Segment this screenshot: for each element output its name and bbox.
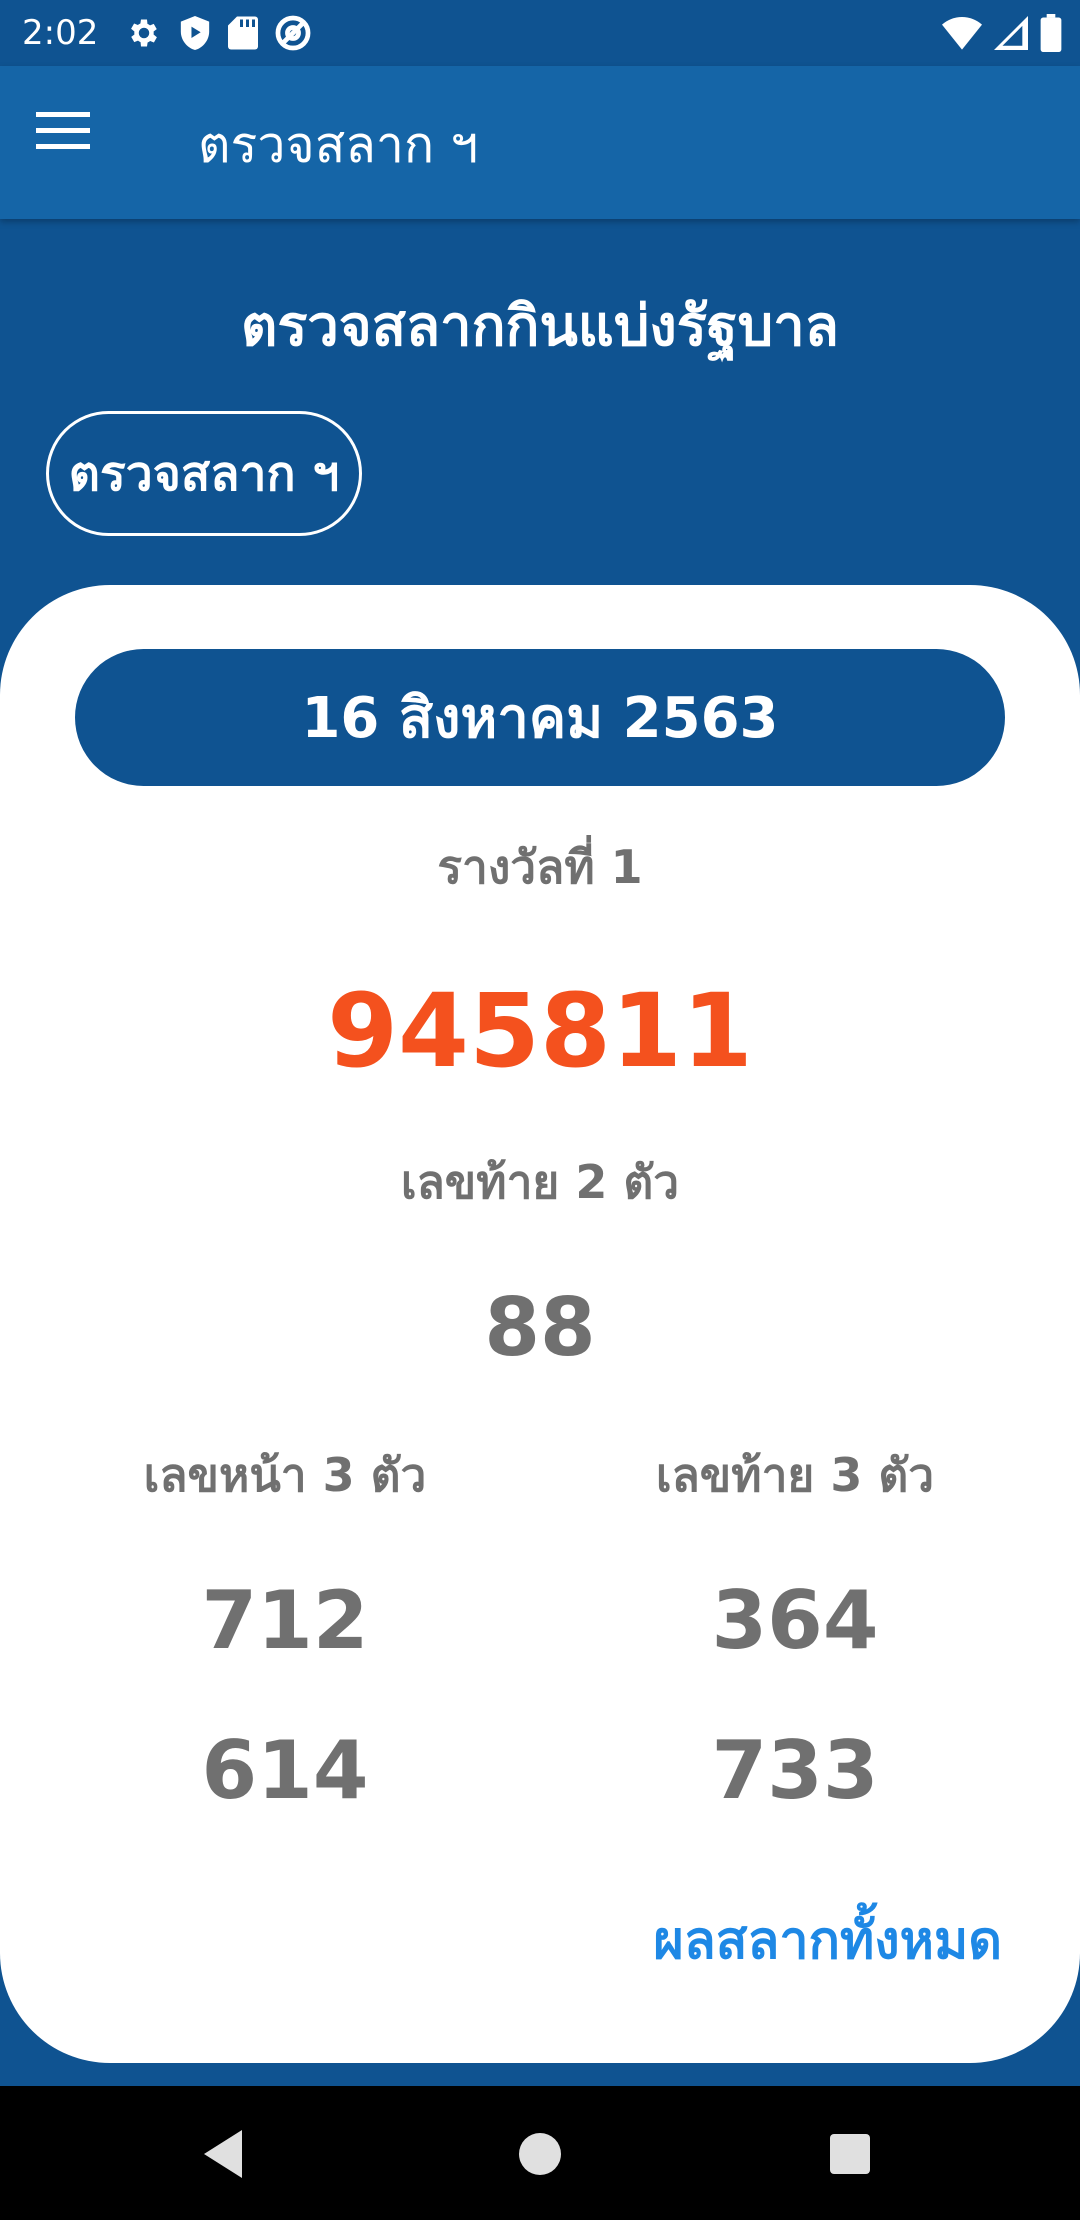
home-circle-icon — [519, 2133, 561, 2175]
front-three-label: เลขหน้า 3 ตัว — [143, 1448, 427, 1502]
front-three-number-2: 614 — [201, 1724, 369, 1817]
first-prize-label: รางวัลที่ 1 — [437, 840, 643, 894]
last-two-label: เลขท้าย 2 ตัว — [400, 1155, 680, 1209]
system-nav-bar — [0, 2086, 1080, 2220]
status-icons-right — [942, 12, 1062, 54]
back-button[interactable] — [196, 2126, 252, 2182]
results-card: 16 สิงหาคม 2563 รางวัลที่ 1 945811 เลขท้… — [0, 585, 1080, 2063]
shield-play-icon — [180, 16, 210, 50]
wifi-icon — [942, 17, 982, 50]
status-icons-left — [126, 12, 312, 54]
status-bar: 2:02 — [0, 0, 1080, 66]
back-triangle-icon — [204, 2130, 242, 2178]
last-three-number-1: 364 — [711, 1574, 879, 1667]
menu-button[interactable] — [36, 112, 118, 174]
front-three-number-1: 712 — [201, 1574, 369, 1667]
sd-card-icon — [228, 16, 258, 50]
last-two-number: 88 — [484, 1281, 596, 1374]
draw-date-selector[interactable]: 16 สิงหาคม 2563 — [75, 649, 1005, 786]
first-prize-number: 945811 — [327, 972, 753, 1091]
all-results-link[interactable]: ผลสลากทั้งหมด — [653, 1906, 1002, 1976]
battery-icon — [1040, 14, 1062, 52]
check-lottery-button[interactable]: ตรวจสลาก ฯ — [46, 411, 362, 536]
page-title: ตรวจสลากกินแบ่งรัฐบาล — [240, 294, 839, 359]
recents-square-icon — [830, 2134, 870, 2174]
status-time: 2:02 — [22, 13, 99, 53]
hamburger-menu-icon — [36, 112, 90, 149]
gear-icon — [131, 19, 157, 47]
home-button[interactable] — [512, 2126, 568, 2182]
last-three-label: เลขท้าย 3 ตัว — [655, 1448, 935, 1502]
app-bar: ตรวจสลาก ฯ — [0, 66, 1080, 219]
recents-button[interactable] — [822, 2126, 878, 2182]
last-three-number-2: 733 — [711, 1724, 879, 1817]
app-bar-title: ตรวจสลาก ฯ — [198, 116, 479, 174]
signal-icon — [994, 16, 1028, 50]
at-sign-icon — [275, 15, 311, 51]
